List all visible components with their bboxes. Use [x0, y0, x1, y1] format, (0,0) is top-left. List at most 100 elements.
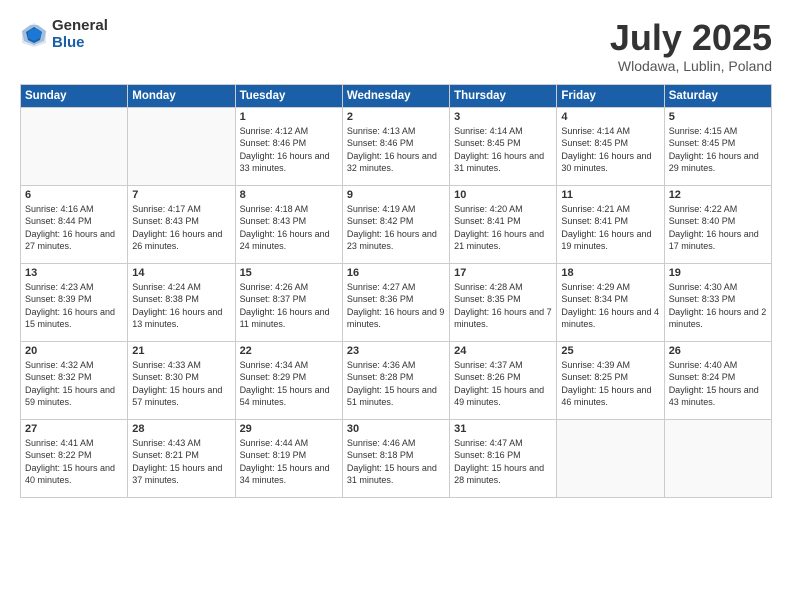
calendar-cell: 13Sunrise: 4:23 AM Sunset: 8:39 PM Dayli… — [21, 263, 128, 341]
logo-blue: Blue — [52, 35, 108, 52]
cell-content: Sunrise: 4:30 AM Sunset: 8:33 PM Dayligh… — [669, 281, 767, 331]
calendar-cell: 18 Sunrise: 4:29 AM Sunset: 8:34 PM Dayli… — [557, 263, 664, 341]
cell-content: Sunrise: 4:39 AM Sunset: 8:25 PM Dayligh… — [561, 359, 659, 409]
day-number: 17 — [454, 267, 552, 279]
calendar-cell: 27 Sunrise: 4:41 AM Sunset: 8:22 PM Dayli… — [21, 419, 128, 497]
calendar-cell: 20Sunrise: 4:32 AM Sunset: 8:32 PM Dayli… — [21, 341, 128, 419]
logo-icon — [20, 21, 48, 49]
cell-content: Sunrise: 4:46 AM Sunset: 8:18 PM Dayligh… — [347, 437, 445, 487]
calendar-cell: 17 Sunrise: 4:28 AM Sunset: 8:35 PM Dayli… — [450, 263, 557, 341]
logo-text: General Blue — [52, 18, 108, 51]
calendar-cell: 29Sunrise: 4:44 AM Sunset: 8:19 PM Dayli… — [235, 419, 342, 497]
month-title: July 2025 — [610, 18, 772, 58]
calendar-header-row: Sunday Monday Tuesday Wednesday Thursday… — [21, 84, 772, 107]
day-number: 18 — [561, 267, 659, 279]
calendar: Sunday Monday Tuesday Wednesday Thursday… — [20, 84, 772, 498]
day-number: 1 — [240, 111, 338, 123]
day-number: 20 — [25, 345, 123, 357]
calendar-cell: 5 Sunrise: 4:15 AM Sunset: 8:45 PM Daylig… — [664, 107, 771, 185]
cell-content: Sunrise: 4:43 AM Sunset: 8:21 PM Dayligh… — [132, 437, 230, 487]
cell-content: Sunrise: 4:37 AM Sunset: 8:26 PM Dayligh… — [454, 359, 552, 409]
calendar-cell: 15 Sunrise: 4:26 AM Sunset: 8:37 PM Dayli… — [235, 263, 342, 341]
day-number: 15 — [240, 267, 338, 279]
cell-content: Sunrise: 4:17 AM Sunset: 8:43 PM Dayligh… — [132, 203, 230, 253]
calendar-cell: 4Sunrise: 4:14 AM Sunset: 8:45 PM Daylig… — [557, 107, 664, 185]
calendar-cell: 21 Sunrise: 4:33 AM Sunset: 8:30 PM Dayli… — [128, 341, 235, 419]
calendar-cell: 7 Sunrise: 4:17 AM Sunset: 8:43 PM Daylig… — [128, 185, 235, 263]
calendar-cell: 10 Sunrise: 4:20 AM Sunset: 8:41 PM Dayli… — [450, 185, 557, 263]
cell-content: Sunrise: 4:12 AM Sunset: 8:46 PM Dayligh… — [240, 125, 338, 175]
calendar-cell: 3Sunrise: 4:14 AM Sunset: 8:45 PM Daylig… — [450, 107, 557, 185]
day-number: 25 — [561, 345, 659, 357]
cell-content: Sunrise: 4:13 AM Sunset: 8:46 PM Dayligh… — [347, 125, 445, 175]
day-number: 29 — [240, 423, 338, 435]
day-number: 23 — [347, 345, 445, 357]
calendar-cell: 22Sunrise: 4:34 AM Sunset: 8:29 PM Dayli… — [235, 341, 342, 419]
calendar-cell — [128, 107, 235, 185]
day-number: 28 — [132, 423, 230, 435]
day-number: 21 — [132, 345, 230, 357]
col-tuesday: Tuesday — [235, 84, 342, 107]
title-area: July 2025 Wlodawa, Lublin, Poland — [610, 18, 772, 74]
day-number: 31 — [454, 423, 552, 435]
day-number: 8 — [240, 189, 338, 201]
cell-content: Sunrise: 4:40 AM Sunset: 8:24 PM Dayligh… — [669, 359, 767, 409]
col-saturday: Saturday — [664, 84, 771, 107]
col-friday: Friday — [557, 84, 664, 107]
calendar-cell: 8 Sunrise: 4:18 AM Sunset: 8:43 PM Daylig… — [235, 185, 342, 263]
calendar-cell: 11 Sunrise: 4:21 AM Sunset: 8:41 PM Dayli… — [557, 185, 664, 263]
day-number: 24 — [454, 345, 552, 357]
logo: General Blue — [20, 18, 108, 51]
calendar-cell: 30 Sunrise: 4:46 AM Sunset: 8:18 PM Dayli… — [342, 419, 449, 497]
cell-content: Sunrise: 4:20 AM Sunset: 8:41 PM Dayligh… — [454, 203, 552, 253]
calendar-cell: 31 Sunrise: 4:47 AM Sunset: 8:16 PM Dayli… — [450, 419, 557, 497]
calendar-cell: 19Sunrise: 4:30 AM Sunset: 8:33 PM Dayli… — [664, 263, 771, 341]
cell-content: Sunrise: 4:24 AM Sunset: 8:38 PM Dayligh… — [132, 281, 230, 331]
header: General Blue July 2025 Wlodawa, Lublin, … — [20, 18, 772, 74]
calendar-cell: 26 Sunrise: 4:40 AM Sunset: 8:24 PM Dayli… — [664, 341, 771, 419]
day-number: 30 — [347, 423, 445, 435]
calendar-cell: 28 Sunrise: 4:43 AM Sunset: 8:21 PM Dayli… — [128, 419, 235, 497]
calendar-cell: 14Sunrise: 4:24 AM Sunset: 8:38 PM Dayli… — [128, 263, 235, 341]
page: General Blue July 2025 Wlodawa, Lublin, … — [0, 0, 792, 612]
cell-content: Sunrise: 4:27 AM Sunset: 8:36 PM Dayligh… — [347, 281, 445, 331]
cell-content: Sunrise: 4:15 AM Sunset: 8:45 PM Dayligh… — [669, 125, 767, 175]
cell-content: Sunrise: 4:33 AM Sunset: 8:30 PM Dayligh… — [132, 359, 230, 409]
col-thursday: Thursday — [450, 84, 557, 107]
cell-content: Sunrise: 4:29 AM Sunset: 8:34 PM Dayligh… — [561, 281, 659, 331]
cell-content: Sunrise: 4:47 AM Sunset: 8:16 PM Dayligh… — [454, 437, 552, 487]
calendar-cell — [664, 419, 771, 497]
calendar-cell: 6Sunrise: 4:16 AM Sunset: 8:44 PM Daylig… — [21, 185, 128, 263]
day-number: 27 — [25, 423, 123, 435]
day-number: 3 — [454, 111, 552, 123]
calendar-cell: 1 Sunrise: 4:12 AM Sunset: 8:46 PM Daylig… — [235, 107, 342, 185]
calendar-cell — [557, 419, 664, 497]
day-number: 9 — [347, 189, 445, 201]
calendar-cell: 12Sunrise: 4:22 AM Sunset: 8:40 PM Dayli… — [664, 185, 771, 263]
day-number: 7 — [132, 189, 230, 201]
col-monday: Monday — [128, 84, 235, 107]
calendar-week-1: 6Sunrise: 4:16 AM Sunset: 8:44 PM Daylig… — [21, 185, 772, 263]
cell-content: Sunrise: 4:28 AM Sunset: 8:35 PM Dayligh… — [454, 281, 552, 331]
day-number: 10 — [454, 189, 552, 201]
cell-content: Sunrise: 4:21 AM Sunset: 8:41 PM Dayligh… — [561, 203, 659, 253]
day-number: 5 — [669, 111, 767, 123]
cell-content: Sunrise: 4:36 AM Sunset: 8:28 PM Dayligh… — [347, 359, 445, 409]
calendar-cell: 2Sunrise: 4:13 AM Sunset: 8:46 PM Daylig… — [342, 107, 449, 185]
calendar-cell: 23 Sunrise: 4:36 AM Sunset: 8:28 PM Dayli… — [342, 341, 449, 419]
day-number: 26 — [669, 345, 767, 357]
day-number: 4 — [561, 111, 659, 123]
calendar-week-4: 27 Sunrise: 4:41 AM Sunset: 8:22 PM Dayli… — [21, 419, 772, 497]
cell-content: Sunrise: 4:18 AM Sunset: 8:43 PM Dayligh… — [240, 203, 338, 253]
day-number: 11 — [561, 189, 659, 201]
cell-content: Sunrise: 4:19 AM Sunset: 8:42 PM Dayligh… — [347, 203, 445, 253]
calendar-cell: 24 Sunrise: 4:37 AM Sunset: 8:26 PM Dayli… — [450, 341, 557, 419]
cell-content: Sunrise: 4:26 AM Sunset: 8:37 PM Dayligh… — [240, 281, 338, 331]
calendar-week-0: 1 Sunrise: 4:12 AM Sunset: 8:46 PM Daylig… — [21, 107, 772, 185]
calendar-cell — [21, 107, 128, 185]
calendar-week-2: 13Sunrise: 4:23 AM Sunset: 8:39 PM Dayli… — [21, 263, 772, 341]
calendar-cell: 16 Sunrise: 4:27 AM Sunset: 8:36 PM Dayli… — [342, 263, 449, 341]
day-number: 16 — [347, 267, 445, 279]
day-number: 13 — [25, 267, 123, 279]
cell-content: Sunrise: 4:41 AM Sunset: 8:22 PM Dayligh… — [25, 437, 123, 487]
